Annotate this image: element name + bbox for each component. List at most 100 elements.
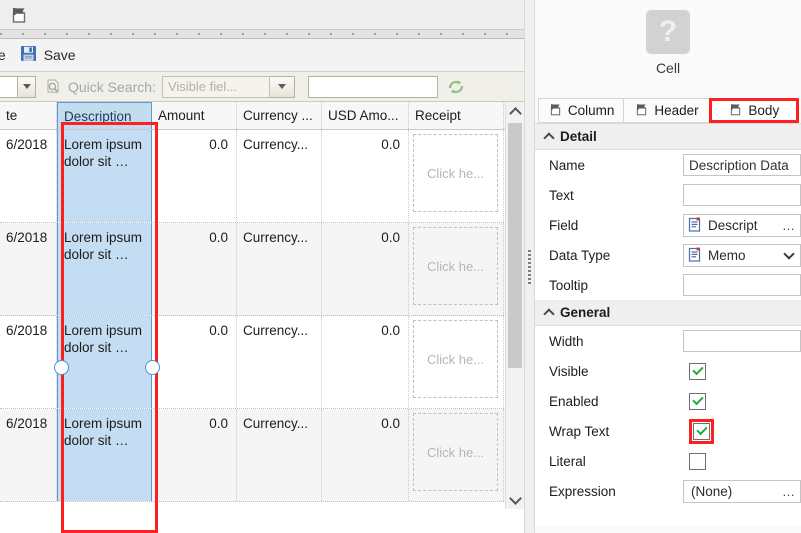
memo-field-icon xyxy=(688,217,703,233)
column-header-description[interactable]: Description xyxy=(57,102,152,129)
question-mark-icon: ? xyxy=(646,10,690,54)
search-field-select[interactable]: Visible fiel... xyxy=(162,76,270,98)
column-header-currency[interactable]: Currency ... xyxy=(237,102,322,129)
section-title-general: General xyxy=(560,305,610,320)
search-scope-combo[interactable] xyxy=(0,76,36,98)
cell-currency: Currency... xyxy=(237,316,322,408)
chevron-down-icon[interactable] xyxy=(783,248,794,259)
section-header-detail[interactable]: Detail xyxy=(535,124,801,150)
width-field[interactable] xyxy=(683,330,801,352)
chevron-down-icon[interactable] xyxy=(17,77,35,97)
column-header-amount[interactable]: Amount xyxy=(152,102,237,129)
property-row-visible: Visible xyxy=(535,356,801,386)
cell-amount: 0.0 xyxy=(152,409,237,501)
grid-editor-pane: te Save xyxy=(0,0,524,533)
table-row[interactable]: 6/2018 Lorem ipsum dolor sit … 0.0 Curre… xyxy=(0,409,524,502)
text-field[interactable] xyxy=(683,184,801,206)
property-row-text: Text xyxy=(535,180,801,210)
property-label-visible: Visible xyxy=(549,364,689,379)
section-header-general[interactable]: General xyxy=(535,300,801,326)
form-toolbar: te Save xyxy=(0,39,524,72)
page-search-icon xyxy=(44,78,62,96)
field-value: Descript xyxy=(708,218,777,233)
property-label-tooltip: Tooltip xyxy=(549,278,683,293)
cell-receipt[interactable]: Click he... xyxy=(409,316,504,408)
floppy-disk-icon xyxy=(20,45,37,65)
property-label-field: Field xyxy=(549,218,683,233)
name-field[interactable]: Description Data xyxy=(683,154,801,176)
column-header-usd-amount[interactable]: USD Amo... xyxy=(322,102,409,129)
field-picker[interactable]: Descript … xyxy=(683,214,801,237)
scrollbar-thumb[interactable] xyxy=(508,123,522,368)
cell-flag-icon xyxy=(634,102,649,120)
property-label-width: Width xyxy=(549,334,683,349)
cell-usd-amount: 0.0 xyxy=(322,409,409,501)
scroll-down-button[interactable] xyxy=(506,490,524,509)
grid-header-row: te Description Amount Currency ... USD A… xyxy=(0,102,524,130)
data-type-combo[interactable]: Memo xyxy=(683,244,801,267)
cell-description[interactable]: Lorem ipsum dolor sit … xyxy=(57,223,152,315)
cell-date: 6/2018 xyxy=(0,223,57,315)
column-resize-handle-left[interactable] xyxy=(54,360,69,375)
column-header-date[interactable]: te xyxy=(0,102,57,129)
receipt-dropzone[interactable]: Click he... xyxy=(413,134,498,212)
cell-receipt[interactable]: Click he... xyxy=(409,223,504,315)
tab-column-label: Column xyxy=(568,103,615,118)
properties-list: Detail Name Description Data Text Field xyxy=(535,123,801,527)
cell-usd-amount: 0.0 xyxy=(322,130,409,222)
cell-description[interactable]: Lorem ipsum dolor sit … xyxy=(57,409,152,501)
tab-header-label: Header xyxy=(654,103,698,118)
cell-amount: 0.0 xyxy=(152,130,237,222)
cell-flag-icon xyxy=(548,102,563,120)
memo-field-icon xyxy=(688,247,703,263)
receipt-dropzone[interactable]: Click he... xyxy=(413,227,498,305)
grid-vertical-scrollbar[interactable] xyxy=(505,102,524,509)
toolbar-truncated-label: te xyxy=(0,47,6,63)
splitter-grip[interactable] xyxy=(528,250,531,284)
table-row[interactable]: 6/2018 Lorem ipsum dolor sit … 0.0 Curre… xyxy=(0,316,524,409)
receipt-dropzone[interactable]: Click he... xyxy=(413,320,498,398)
pane-splitter[interactable] xyxy=(524,0,535,533)
visible-checkbox[interactable] xyxy=(689,363,706,380)
tooltip-field[interactable] xyxy=(683,274,801,296)
expression-browse-button[interactable]: … xyxy=(782,484,796,499)
properties-scrollbar[interactable] xyxy=(535,124,541,527)
cell-currency: Currency... xyxy=(237,130,322,222)
search-input[interactable] xyxy=(308,76,438,98)
selected-object-caption: Cell xyxy=(656,60,680,76)
scroll-up-button[interactable] xyxy=(506,102,524,121)
property-row-expression: Expression (None) … xyxy=(535,476,801,506)
cell-flag-icon[interactable] xyxy=(6,3,32,27)
property-row-wrap-text: Wrap Text xyxy=(535,416,801,446)
column-resize-handle-right[interactable] xyxy=(145,360,160,375)
cell-currency: Currency... xyxy=(237,409,322,501)
property-label-text: Text xyxy=(549,188,683,203)
wrap-text-highlight xyxy=(689,419,714,444)
enabled-checkbox[interactable] xyxy=(689,393,706,410)
column-header-receipt[interactable]: Receipt xyxy=(409,102,504,129)
save-button[interactable]: Save xyxy=(14,43,82,67)
cell-description[interactable]: Lorem ipsum dolor sit … xyxy=(57,316,152,408)
section-title-detail: Detail xyxy=(560,129,597,144)
table-row[interactable]: 6/2018 Lorem ipsum dolor sit … 0.0 Curre… xyxy=(0,130,524,223)
literal-checkbox[interactable] xyxy=(689,453,706,470)
expression-picker[interactable]: (None) … xyxy=(683,480,801,503)
receipt-dropzone[interactable]: Click he... xyxy=(413,413,498,491)
tab-column[interactable]: Column xyxy=(538,98,624,123)
search-field-dropdown-icon[interactable] xyxy=(270,76,295,98)
field-browse-button[interactable]: … xyxy=(782,218,796,233)
wrap-text-checkbox[interactable] xyxy=(693,423,710,440)
cell-receipt[interactable]: Click he... xyxy=(409,409,504,501)
property-row-name: Name Description Data xyxy=(535,150,801,180)
tab-header[interactable]: Header xyxy=(623,98,709,123)
save-label: Save xyxy=(44,47,76,63)
tab-body[interactable]: Body xyxy=(709,98,799,123)
table-row[interactable]: 6/2018 Lorem ipsum dolor sit … 0.0 Curre… xyxy=(0,223,524,316)
cell-description[interactable]: Lorem ipsum dolor sit … xyxy=(57,130,152,222)
cell-receipt[interactable]: Click he... xyxy=(409,130,504,222)
property-label-data-type: Data Type xyxy=(549,248,683,263)
cell-amount: 0.0 xyxy=(152,223,237,315)
app-window: te Save xyxy=(0,0,801,533)
refresh-icon[interactable] xyxy=(442,75,470,99)
property-row-tooltip: Tooltip xyxy=(535,270,801,300)
